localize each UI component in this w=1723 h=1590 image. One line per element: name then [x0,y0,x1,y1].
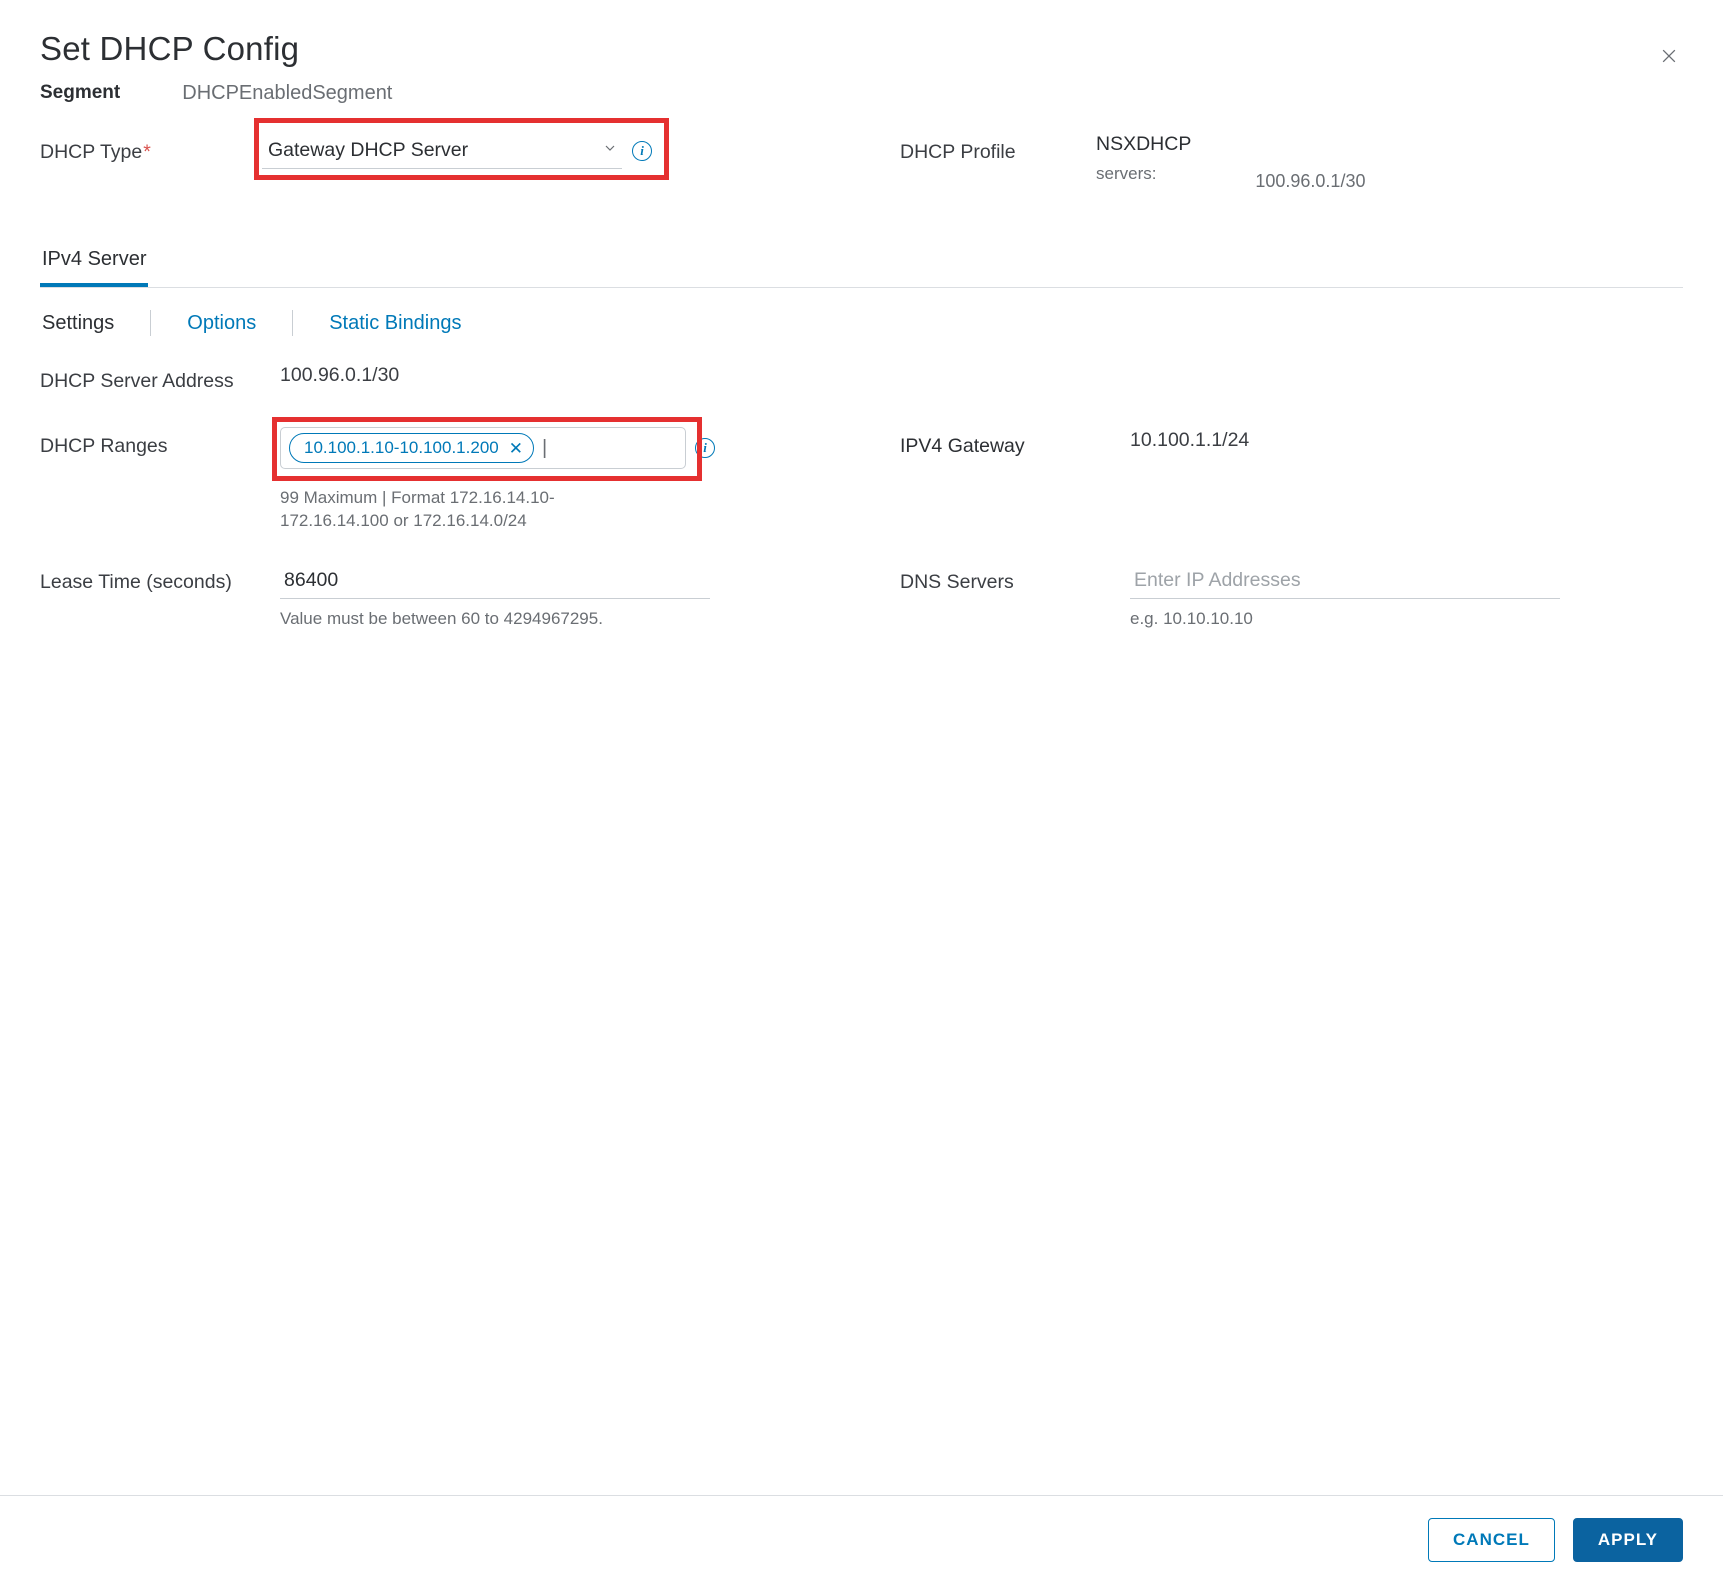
ipv4-tabs: IPv4 Server [40,238,1683,288]
dns-servers-row: DNS Servers e.g. 10.10.10.10 [900,563,1683,629]
segment-value: DHCPEnabledSegment [182,82,392,105]
lease-time-helper: Value must be between 60 to 4294967295. [280,609,900,629]
dns-servers-label: DNS Servers [900,563,1130,594]
dialog-title: Set DHCP Config [40,30,1683,68]
tab-separator [292,310,293,336]
chevron-down-icon [602,140,618,162]
segment-row: Segment DHCPEnabledSegment [40,82,1683,105]
dhcp-range-chip: 10.100.1.10-10.100.1.200 ✕ [289,433,534,463]
dns-servers-input[interactable] [1130,563,1560,599]
dhcp-ranges-row: DHCP Ranges 10.100.1.10-10.100.1.200 ✕ |… [40,427,900,533]
remove-chip-icon[interactable]: ✕ [509,440,523,457]
dhcp-type-selected: Gateway DHCP Server [268,139,468,162]
cancel-button[interactable]: CANCEL [1428,1518,1555,1562]
dialog-footer: CANCEL APPLY [0,1495,1723,1590]
dhcp-ranges-helper: 99 Maximum | Format 172.16.14.10-172.16.… [280,487,580,533]
dhcp-profile-name: NSXDHCP [1096,133,1191,156]
lease-time-row: Lease Time (seconds) Value must be betwe… [40,563,900,629]
ipv4-gateway-label: IPV4 Gateway [900,427,1130,458]
server-address-label: DHCP Server Address [40,362,280,393]
dhcp-profile-label: DHCP Profile [900,133,1096,164]
text-cursor: | [542,437,547,460]
ipv4-gateway-value: 10.100.1.1/24 [1130,427,1249,452]
dns-servers-helper: e.g. 10.10.10.10 [1130,609,1683,629]
apply-button[interactable]: APPLY [1573,1518,1683,1562]
info-icon[interactable]: i [695,438,715,458]
required-mark: * [143,141,151,163]
close-icon[interactable] [1655,44,1683,72]
tab-separator [150,310,151,336]
subtab-options[interactable]: Options [185,312,258,335]
dhcp-profile-servers-value: 100.96.0.1/30 [1255,171,1365,192]
lease-time-label: Lease Time (seconds) [40,563,280,594]
dhcp-type-label: DHCP Type* [40,133,262,164]
ipv4-gateway-row: IPV4 Gateway 10.100.1.1/24 [900,427,1683,458]
dhcp-type-row: DHCP Type* Gateway DHCP Server i [40,133,900,169]
info-icon[interactable]: i [632,141,652,161]
lease-time-input[interactable] [280,563,710,599]
dhcp-config-dialog: Set DHCP Config Segment DHCPEnabledSegme… [0,0,1723,1590]
dhcp-profile-row: DHCP Profile NSXDHCP servers: 100.96.0.1… [900,133,1683,192]
subtab-settings[interactable]: Settings [40,312,116,335]
subtab-static-bindings[interactable]: Static Bindings [327,312,463,335]
dhcp-range-chip-text: 10.100.1.10-10.100.1.200 [304,437,499,459]
subtabs: Settings Options Static Bindings [40,310,1683,336]
dhcp-profile-servers-label: servers: [1096,164,1191,184]
dhcp-ranges-label: DHCP Ranges [40,427,280,458]
server-address-value: 100.96.0.1/30 [280,362,399,387]
dhcp-ranges-input[interactable]: 10.100.1.10-10.100.1.200 ✕ | i [280,427,686,469]
server-address-row: DHCP Server Address 100.96.0.1/30 [40,362,1683,393]
dhcp-type-select[interactable]: Gateway DHCP Server [262,133,622,169]
segment-label: Segment [40,82,120,104]
tab-ipv4-server[interactable]: IPv4 Server [40,238,148,287]
